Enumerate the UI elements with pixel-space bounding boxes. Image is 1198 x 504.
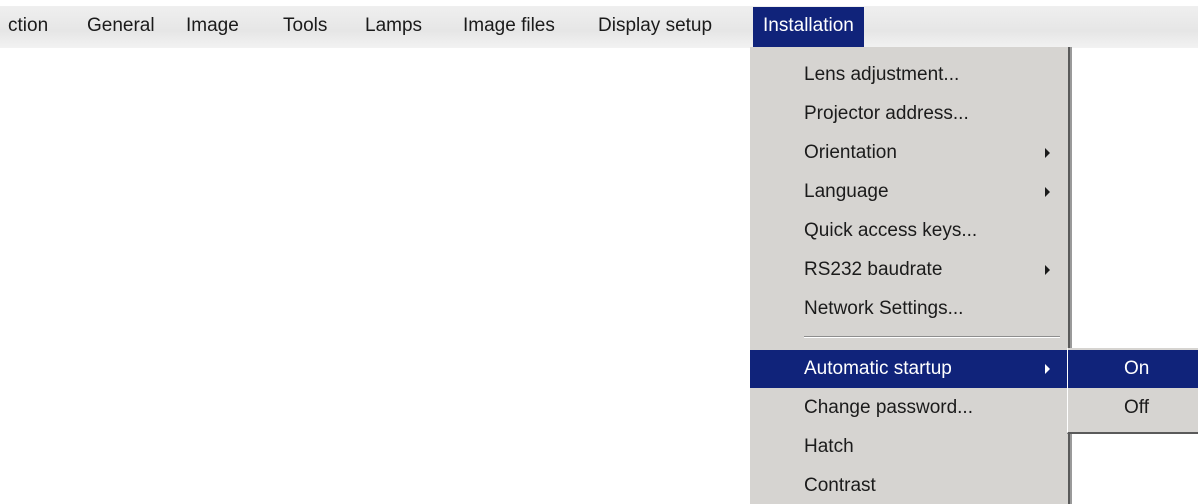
menu-item-automatic-startup[interactable]: Automatic startup: [750, 350, 1068, 388]
menu-direct-access[interactable]: ction: [8, 6, 48, 44]
menu-item-label: Hatch: [804, 436, 854, 457]
menu-tools[interactable]: Tools: [283, 6, 327, 44]
menu-bar: ction General Image Tools Lamps Image fi…: [0, 6, 1198, 48]
menu-item-label: Lens adjustment...: [804, 64, 960, 85]
menu-item-label: Quick access keys...: [804, 220, 978, 241]
menu-item-change-password[interactable]: Change password...: [750, 389, 1068, 427]
menu-item-contrast[interactable]: Contrast: [750, 467, 1068, 504]
menu-item-label: Language: [804, 181, 889, 202]
menu-item-label: Projector address...: [804, 103, 969, 124]
menu-item-label: RS232 baudrate: [804, 259, 943, 280]
menu-item-label: Contrast: [804, 475, 876, 496]
submenu-arrow-icon: [1045, 187, 1050, 197]
submenu-arrow-icon: [1045, 148, 1050, 158]
menu-item-language[interactable]: Language: [750, 173, 1068, 211]
menu-item-orientation[interactable]: Orientation: [750, 134, 1068, 172]
submenu-item-label: Off: [1124, 397, 1149, 418]
menu-item-lens-adjustment[interactable]: Lens adjustment...: [750, 56, 1068, 94]
projector-menu-screen: ction General Image Tools Lamps Image fi…: [0, 0, 1198, 504]
menu-general[interactable]: General: [87, 6, 155, 44]
submenu-item-on[interactable]: On: [1068, 350, 1198, 388]
menu-item-hatch[interactable]: Hatch: [750, 428, 1068, 466]
menu-item-label: Automatic startup: [804, 358, 952, 379]
menu-item-quick-access-keys[interactable]: Quick access keys...: [750, 212, 1068, 250]
installation-dropdown: Lens adjustment... Projector address... …: [750, 47, 1070, 504]
menu-item-network-settings[interactable]: Network Settings...: [750, 290, 1068, 328]
menu-item-projector-address[interactable]: Projector address...: [750, 95, 1068, 133]
submenu-item-off[interactable]: Off: [1068, 389, 1198, 427]
menu-separator: [804, 336, 1060, 338]
menu-display-setup[interactable]: Display setup: [598, 6, 712, 44]
menu-lamps[interactable]: Lamps: [365, 6, 422, 44]
submenu-arrow-icon: [1045, 364, 1050, 374]
menu-image-files[interactable]: Image files: [463, 6, 555, 44]
menu-image[interactable]: Image: [186, 6, 239, 44]
menu-item-label: Orientation: [804, 142, 897, 163]
submenu-arrow-icon: [1045, 265, 1050, 275]
menu-item-label: Change password...: [804, 397, 973, 418]
automatic-startup-submenu: On Off: [1067, 348, 1198, 434]
menu-item-rs232-baudrate[interactable]: RS232 baudrate: [750, 251, 1068, 289]
menu-item-label: Network Settings...: [804, 298, 964, 319]
submenu-item-label: On: [1124, 358, 1150, 379]
menu-installation[interactable]: Installation: [753, 7, 864, 47]
